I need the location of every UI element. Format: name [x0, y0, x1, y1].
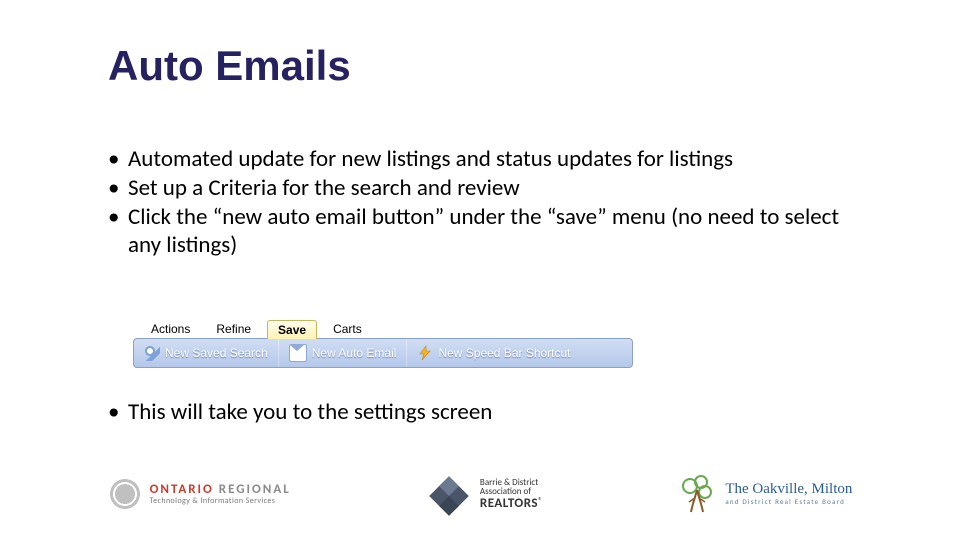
logo-text: REALTORS®: [480, 497, 542, 511]
list-item: Set up a Criteria for the search and rev…: [108, 174, 848, 203]
button-row: New Saved Search New Auto Email New Spee…: [133, 338, 633, 368]
logo-ontario-regional: ONTARIO REGIONAL Technology & Informatio…: [108, 477, 291, 511]
logo-barrie-district: Barrie & District Association of REALTOR…: [426, 471, 542, 517]
list-item: Automated update for new listings and st…: [108, 145, 848, 174]
email-icon: [289, 344, 307, 362]
new-saved-search-button[interactable]: New Saved Search: [134, 339, 279, 367]
toolbar-screenshot: Actions Refine Save Carts New Saved Sear…: [133, 320, 633, 368]
new-speed-bar-shortcut-button[interactable]: New Speed Bar Shortcut: [407, 339, 580, 367]
diamond-icon: [426, 471, 472, 517]
logo-subtext: Technology & Information Services: [150, 497, 291, 505]
bullet-list: Automated update for new listings and st…: [108, 145, 848, 260]
button-label: New Speed Bar Shortcut: [438, 346, 570, 360]
globe-icon: [108, 477, 142, 511]
slide: Auto Emails Automated update for new lis…: [0, 0, 960, 540]
footer-logos: ONTARIO REGIONAL Technology & Informatio…: [0, 458, 960, 530]
tab-actions[interactable]: Actions: [141, 320, 200, 338]
button-label: New Saved Search: [165, 346, 268, 360]
bolt-icon: [417, 345, 433, 361]
list-item: This will take you to the settings scree…: [108, 398, 848, 427]
list-item: Click the “new auto email button” under …: [108, 203, 848, 261]
new-auto-email-button[interactable]: New Auto Email: [279, 339, 408, 367]
tab-carts[interactable]: Carts: [323, 320, 372, 338]
tab-row: Actions Refine Save Carts: [133, 320, 633, 338]
tab-save[interactable]: Save: [267, 320, 317, 339]
bullet-list-after: This will take you to the settings scree…: [108, 398, 848, 427]
button-label: New Auto Email: [312, 346, 397, 360]
search-icon: [144, 345, 160, 361]
logo-oakville-milton: The Oakville, Milton and District Real E…: [677, 472, 852, 516]
logo-text: The Oakville, Milton: [725, 482, 852, 498]
logo-subtext: and District Real Estate Board: [725, 498, 852, 505]
tab-refine[interactable]: Refine: [206, 320, 261, 338]
tree-icon: [677, 472, 717, 516]
page-title: Auto Emails: [108, 42, 351, 90]
logo-text: ONTARIO REGIONAL: [150, 483, 291, 497]
